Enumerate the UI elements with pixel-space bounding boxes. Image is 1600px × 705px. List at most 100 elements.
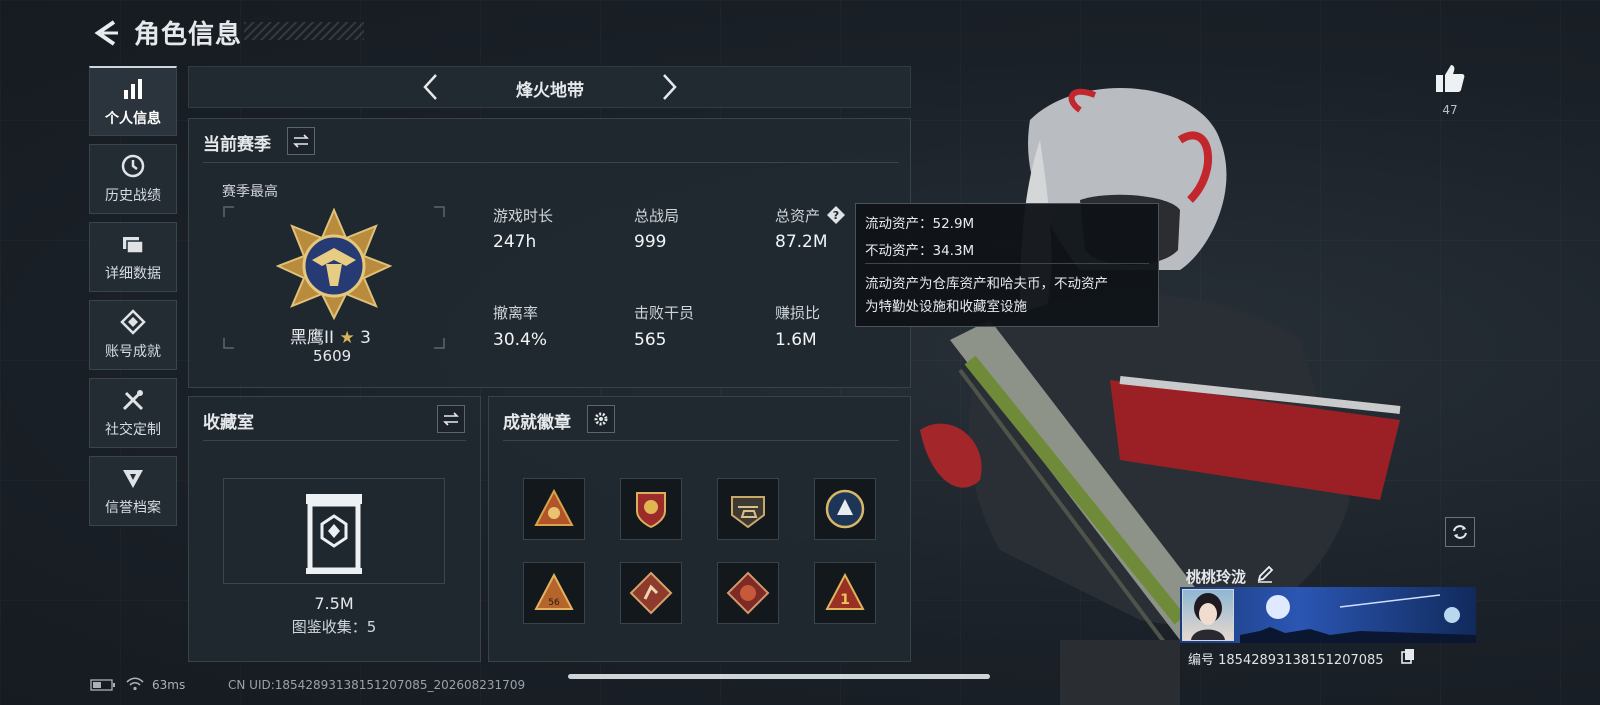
stat-label-playtime: 游戏时长 <box>493 207 554 225</box>
sidebar-item-achievements[interactable]: 账号成就 <box>89 300 177 370</box>
sidebar-item-label: 社交定制 <box>105 422 161 438</box>
player-banner[interactable] <box>1180 587 1476 643</box>
credit-icon <box>123 470 143 488</box>
rank-stars: 3 <box>360 328 371 348</box>
collection-display-icon <box>306 494 362 574</box>
battery-icon <box>90 679 115 691</box>
stat-value-playtime: 247h <box>493 232 537 252</box>
stat-value-extract-rate: 30.4% <box>493 330 548 350</box>
back-arrow-icon[interactable] <box>92 18 122 48</box>
round-wolf-badge-icon <box>825 489 865 529</box>
achievement-badge[interactable] <box>717 478 779 540</box>
rank-medal-icon <box>276 208 392 320</box>
achievement-badge[interactable] <box>814 478 876 540</box>
home-indicator[interactable] <box>568 674 990 679</box>
like-count: 47 <box>1442 103 1458 117</box>
helicopter-badge-icon <box>731 496 765 529</box>
sidebar-item-label: 历史战绩 <box>105 188 161 204</box>
achievements-settings-button[interactable] <box>587 405 615 433</box>
divider <box>203 162 899 163</box>
rank-name: 黑鹰II <box>290 328 335 348</box>
divider <box>865 263 1149 264</box>
stat-label-matches: 总战局 <box>634 207 680 225</box>
achievement-badge[interactable]: 1 <box>814 562 876 624</box>
stat-value-matches: 999 <box>634 232 667 252</box>
sidebar-item-social[interactable]: 社交定制 <box>89 378 177 448</box>
achievement-badge[interactable]: 56 <box>523 562 585 624</box>
collection-count: 图鉴收集：5 <box>291 618 377 636</box>
avatar[interactable] <box>1182 589 1234 641</box>
star-icon: ★ <box>339 328 355 348</box>
svg-text:?: ? <box>833 209 839 222</box>
collection-value: 7.5M <box>314 594 354 613</box>
mode-title: 烽火地带 <box>516 81 584 101</box>
swap-icon <box>443 412 459 426</box>
diamond-runner-badge-icon <box>629 571 673 615</box>
chevron-left-icon[interactable] <box>418 72 444 102</box>
copy-icon[interactable] <box>1401 648 1415 664</box>
refresh-icon <box>1453 525 1467 539</box>
sidebar-item-history[interactable]: 历史战绩 <box>89 144 177 214</box>
tooltip-fixed-assets: 不动资产：34.3M <box>865 243 975 259</box>
svg-text:1: 1 <box>840 592 850 608</box>
achievement-icon <box>120 309 146 335</box>
bar-chart-icon <box>124 78 142 99</box>
swap-icon <box>293 134 309 148</box>
sidebar-item-detailed-data[interactable]: 详细数据 <box>89 222 177 292</box>
rank-name-row: 黑鹰II ★ 3 <box>290 323 371 348</box>
season-best-label: 赛季最高 <box>222 184 278 200</box>
chevron-right-icon[interactable] <box>656 72 682 102</box>
collection-title: 收藏室 <box>203 413 254 433</box>
sidebar-item-label: 信誉档案 <box>105 500 161 516</box>
stat-label-profit-ratio: 赚损比 <box>775 304 821 322</box>
clock-icon <box>121 154 145 178</box>
rank-score: 5609 <box>313 347 352 365</box>
achievement-badge[interactable] <box>620 562 682 624</box>
season-title: 当前赛季 <box>203 135 271 155</box>
achievements-title: 成就徽章 <box>503 413 571 433</box>
stat-label-kills: 击败干员 <box>634 304 695 322</box>
achievement-badge[interactable] <box>620 478 682 540</box>
stat-label-extract-rate: 撤离率 <box>493 304 539 322</box>
page-title: 角色信息 <box>134 20 243 50</box>
sidebar-item-credit[interactable]: 信誉档案 <box>89 456 177 526</box>
uid-text: CN UID:18542893138151207085_202608231709 <box>228 678 526 692</box>
stat-label-assets: 总资产 <box>775 207 821 225</box>
divider <box>203 440 466 441</box>
collection-switch-button[interactable] <box>437 405 465 433</box>
triangle-56-badge-icon: 56 <box>534 572 574 610</box>
player-name: 桃桃玲泷 <box>1186 568 1247 586</box>
achievement-badge[interactable] <box>717 562 779 624</box>
shield-badge-icon <box>636 492 666 529</box>
assets-tooltip: 流动资产：52.9M 不动资产：34.3M 流动资产为仓库资产和哈夫币，不动资产… <box>855 203 1159 327</box>
tooltip-liquid-assets: 流动资产：52.9M <box>865 216 975 232</box>
divider <box>503 440 899 441</box>
thumbs-up-icon[interactable] <box>1434 62 1466 94</box>
gear-icon <box>594 412 608 426</box>
avatar-portrait-icon <box>1191 593 1225 640</box>
stat-value-assets: 87.2M <box>775 232 828 252</box>
network-ping: 63ms <box>152 678 186 692</box>
sidebar-item-label: 个人信息 <box>105 110 161 127</box>
svg-text:56: 56 <box>548 598 560 608</box>
folder-icon <box>123 237 144 254</box>
sidebar-item-label: 账号成就 <box>105 344 161 360</box>
edit-pencil-icon[interactable] <box>1256 565 1274 583</box>
wifi-icon <box>126 677 144 691</box>
tools-icon <box>122 390 144 411</box>
achievement-badge[interactable] <box>523 478 585 540</box>
title-decoration <box>244 22 364 40</box>
season-switch-button[interactable] <box>287 127 315 155</box>
triangle-badge-icon <box>534 488 574 526</box>
diamond-dragon-badge-icon <box>726 571 770 615</box>
banner-art <box>1240 594 1476 643</box>
stat-value-kills: 565 <box>634 330 667 350</box>
sidebar-item-personal-info[interactable]: 个人信息 <box>89 66 177 136</box>
help-icon[interactable]: ? <box>826 205 846 225</box>
stat-value-profit-ratio: 1.6M <box>775 330 817 350</box>
tooltip-description-2: 为特勤处设施和收藏室设施 <box>865 299 1027 315</box>
player-id: 编号 18542893138151207085 <box>1188 653 1384 668</box>
sidebar-item-label: 详细数据 <box>105 266 161 282</box>
refresh-button[interactable] <box>1445 517 1475 547</box>
tooltip-description-1: 流动资产为仓库资产和哈夫币，不动资产 <box>865 276 1108 292</box>
